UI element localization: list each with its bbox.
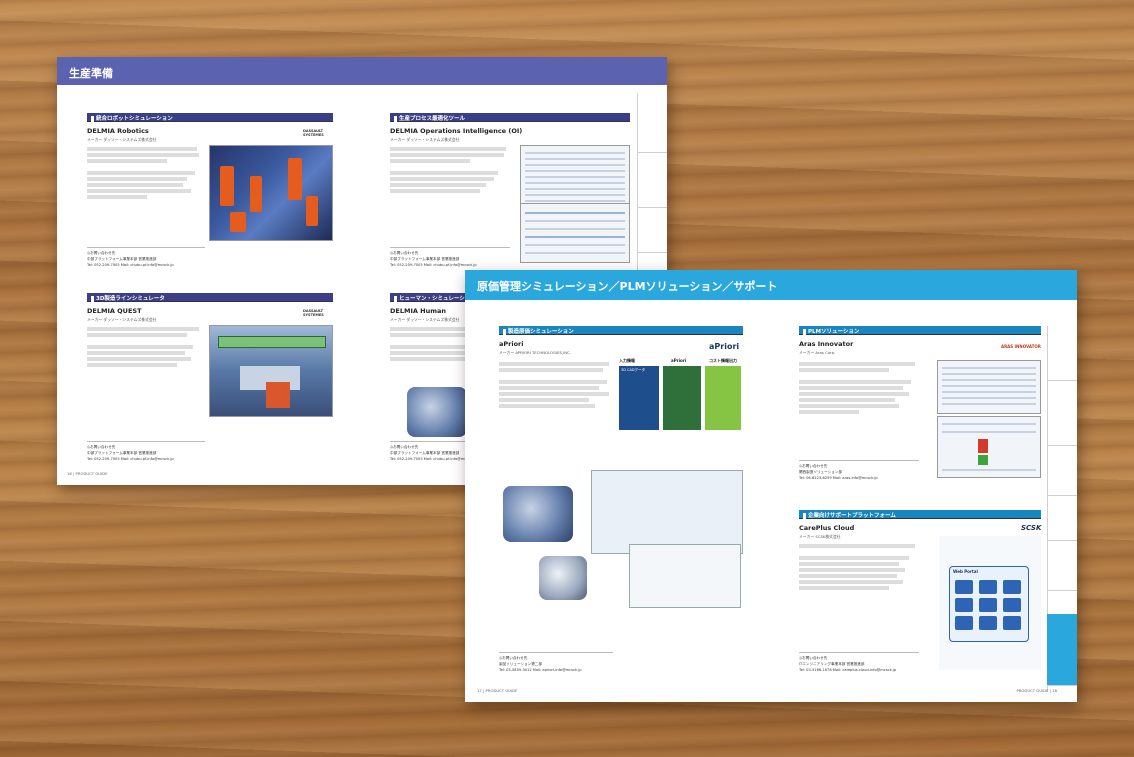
maker-name: メーカー ダッソー・システムズ株式会社: [87, 137, 157, 142]
contact-block: ◎お問い合わせ先 中部プラットフォーム事業本部 営業推進部 Tel: 052-2…: [390, 251, 477, 267]
maker-name: メーカー APRIORI TECHNOLOGIES,INC.: [499, 350, 571, 355]
sidebar-tab: [637, 93, 667, 153]
contact-block: ◎お問い合わせ先 関西製造ソリューション部 Tel: 06-6223-6259 …: [799, 464, 878, 480]
product-description: [87, 325, 205, 369]
divider: [799, 652, 919, 653]
page-index-sidebar: [1047, 326, 1077, 692]
aras-logo: ARAS INNOVATOR: [1001, 344, 1041, 349]
dassault-logo: DASSAULT SYSTEMES: [303, 129, 324, 137]
maker-name: メーカー SCSK株式会社: [799, 534, 841, 539]
aras-screenshot-1: [937, 360, 1041, 414]
page-footer-left: 17 | PRODUCT GUIDE: [477, 688, 518, 693]
page-header: 原価管理シミュレーション／PLMソリューション／サポート: [465, 270, 1077, 300]
section-title: PLMソリューション: [799, 326, 1041, 335]
product-name: CarePlus Cloud: [799, 524, 855, 532]
maker-name: メーカー ダッソー・システムズ株式会社: [390, 317, 460, 322]
section-title: 統合ロボットシミュレーション: [87, 113, 333, 122]
catalog-page-right: 原価管理シミュレーション／PLMソリューション／サポート 製造原価シミュレーショ…: [465, 270, 1077, 702]
dassault-logo: DASSAULT SYSTEMES: [303, 309, 324, 317]
page-header: 生産準備: [57, 57, 667, 85]
product-description: [499, 360, 613, 410]
maker-name: メーカー ダッソー・システムズ株式会社: [87, 317, 157, 322]
section-title: 3D製造ラインシミュレータ: [87, 293, 333, 302]
human-simulation-image: [407, 387, 467, 437]
contact-block: ◎お問い合わせ先 中部プラットフォーム事業本部 営業推進部 Tel: 052-2…: [87, 445, 174, 461]
section-title: 生産プロセス最適化ツール: [390, 113, 630, 122]
product-description: [799, 542, 919, 592]
apriori-screenshot-collage: [499, 470, 743, 610]
page-footer: 16 | PRODUCT GUIDE: [67, 471, 108, 476]
divider: [390, 247, 510, 248]
apriori-logo: aPriori: [709, 342, 740, 351]
product-name: aPriori: [499, 340, 524, 348]
sidebar-tab: [1047, 326, 1077, 381]
page-header-title: 原価管理シミュレーション／PLMソリューション／サポート: [477, 280, 778, 293]
careplus-portal-diagram: Web Portal: [939, 536, 1041, 670]
oi-dashboard-image: [520, 145, 630, 211]
contact-block: ◎お問い合わせ先 中部プラットフォーム事業本部 営業推進部 Tel: 052-2…: [87, 251, 174, 267]
scsk-logo: SCSK: [1021, 524, 1042, 532]
oi-chart-image: [520, 203, 630, 263]
product-description: [87, 145, 205, 201]
sidebar-tab: [1047, 446, 1077, 496]
product-description: [799, 360, 919, 416]
contact-block: ◎お問い合わせ先 ITエンジニアリング事業本部 営業推進部 Tel: 03-51…: [799, 656, 897, 672]
sidebar-tab: [1047, 496, 1077, 541]
contact-block: ◎お問い合わせ先 製品ソリューション第二部 Tel: 03-5859-3012 …: [499, 656, 582, 672]
product-name: DELMIA Human: [390, 307, 447, 315]
divider: [87, 441, 205, 442]
divider: [799, 460, 919, 461]
divider: [499, 652, 613, 653]
product-name: Aras Innovator: [799, 340, 854, 348]
contact-block: ◎お問い合わせ先 中部プラットフォーム事業本部 営業推進部 Tel: 052-2…: [390, 445, 477, 461]
sidebar-tab: [1047, 381, 1077, 446]
maker-name: メーカー Aras Corp.: [799, 350, 836, 355]
sidebar-tab: [637, 153, 667, 208]
section-title: 企業向けサポートプラットフォーム: [799, 510, 1041, 519]
section-title: 製造原価シミュレーション: [499, 326, 743, 335]
sidebar-tab: [1047, 541, 1077, 591]
maker-name: メーカー ダッソー・システムズ株式会社: [390, 137, 460, 142]
robot-simulation-image: [209, 145, 333, 241]
product-name: DELMIA QUEST: [87, 307, 142, 315]
page-footer-right: PRODUCT GUIDE | 18: [1016, 688, 1058, 693]
apriori-workflow-diagram: 入力情報 aPriori コスト情報出力 3D CADデータ: [617, 356, 743, 432]
factory-line-image: [209, 325, 333, 417]
sidebar-tab: [637, 208, 667, 253]
aras-screenshot-2: [937, 416, 1041, 478]
product-name: DELMIA Robotics: [87, 127, 149, 135]
divider: [87, 247, 205, 248]
page-header-title: 生産準備: [69, 67, 113, 80]
product-description: [390, 145, 510, 195]
product-name: DELMIA Operations Intelligence (OI): [390, 127, 523, 135]
sidebar-tab-active: [1047, 614, 1077, 686]
